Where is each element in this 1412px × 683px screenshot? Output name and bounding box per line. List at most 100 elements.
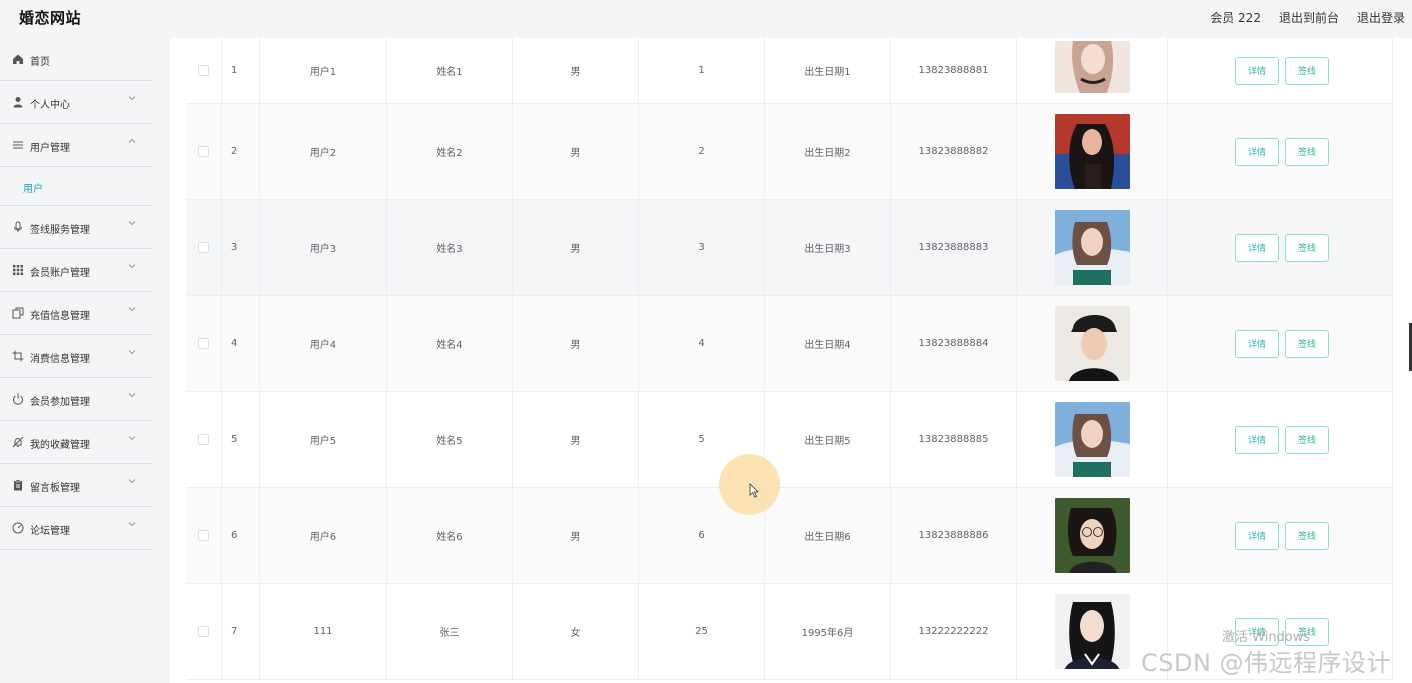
chevron-down-icon (128, 96, 136, 101)
row-index: 7 (222, 584, 260, 679)
table-row: 4 用户4 姓名4 男 4 出生日期4 13823888884 详情 签线 (186, 296, 1393, 392)
sidebar: 首页 个人中心 用户管理 用户 签线服务管理 会员账户管理 充值信息管理 消费信… (0, 38, 152, 683)
sidebar-item-favorites[interactable]: 我的收藏管理 (0, 421, 152, 464)
sidebar-subitem-user[interactable]: 用户 (0, 167, 152, 206)
cell-name: 张三 (387, 584, 513, 679)
cell-photo (1017, 392, 1168, 487)
sidebar-item-label: 我的收藏管理 (30, 440, 90, 451)
row-checkbox[interactable] (198, 146, 209, 157)
cell-username: 用户2 (260, 104, 387, 199)
table-row: 3 用户3 姓名3 男 3 出生日期3 13823888883 详情 签线 (186, 200, 1393, 296)
cell-username: 111 (260, 584, 387, 679)
logout-link[interactable]: 退出登录 (1357, 9, 1405, 26)
cell-actions: 详情 签线 (1168, 200, 1393, 295)
sidebar-item-user-management[interactable]: 用户管理 (0, 124, 152, 167)
row-checkbox[interactable] (198, 530, 209, 541)
detail-button[interactable]: 详情 (1235, 56, 1279, 85)
cell-name: 姓名2 (387, 104, 513, 199)
user-photo (1054, 498, 1130, 573)
row-index: 1 (222, 38, 260, 103)
sidebar-item-forum[interactable]: 论坛管理 (0, 507, 152, 550)
sign-button[interactable]: 签线 (1285, 329, 1329, 358)
cell-gender: 男 (513, 296, 639, 391)
row-checkbox-cell (186, 296, 222, 391)
sidebar-item-recharge[interactable]: 充值信息管理 (0, 292, 152, 335)
grid-icon (13, 265, 23, 275)
sidebar-item-label: 会员账户管理 (30, 268, 90, 279)
sign-button[interactable]: 签线 (1285, 425, 1329, 454)
sidebar-item-member-participation[interactable]: 会员参加管理 (0, 378, 152, 421)
sidebar-item-consumption[interactable]: 消费信息管理 (0, 335, 152, 378)
sidebar-item-profile[interactable]: 个人中心 (0, 81, 152, 124)
cell-gender: 男 (513, 488, 639, 583)
row-actions: 详情 签线 (1232, 521, 1332, 550)
row-checkbox[interactable] (198, 338, 209, 349)
row-actions: 详情 签线 (1232, 137, 1332, 166)
cell-phone: 13823888881 (891, 38, 1017, 103)
top-bar: 婚恋网站 会员 222 退出到前台 退出登录 (0, 0, 1412, 38)
cell-photo (1017, 488, 1168, 583)
to-front-link[interactable]: 退出到前台 (1279, 9, 1339, 26)
sidebar-subitem-label: 用户 (23, 184, 43, 195)
member-label: 会员 222 (1210, 11, 1261, 25)
chevron-up-icon (128, 138, 136, 143)
csdn-watermark: CSDN @伟远程序设计 (1141, 649, 1392, 677)
cell-phone: 13823888882 (891, 104, 1017, 199)
cell-name: 姓名5 (387, 392, 513, 487)
sign-button[interactable]: 签线 (1285, 137, 1329, 166)
sidebar-item-label: 首页 (30, 57, 50, 68)
row-checkbox[interactable] (198, 65, 209, 76)
row-checkbox-cell (186, 104, 222, 199)
sidebar-item-home[interactable]: 首页 (0, 38, 152, 81)
sidebar-item-sign-service[interactable]: 签线服务管理 (0, 206, 152, 249)
row-actions: 详情 签线 (1232, 233, 1332, 262)
detail-button[interactable]: 详情 (1235, 233, 1279, 262)
row-checkbox-cell (186, 584, 222, 679)
chevron-down-icon (128, 307, 136, 312)
row-index: 3 (222, 200, 260, 295)
cell-birth: 出生日期5 (765, 392, 891, 487)
gauge-icon (12, 522, 24, 534)
cell-phone: 13823888883 (891, 200, 1017, 295)
row-index: 5 (222, 392, 260, 487)
cell-username: 用户3 (260, 200, 387, 295)
row-checkbox[interactable] (198, 434, 209, 445)
user-photo (1054, 114, 1130, 189)
user-photo (1054, 210, 1130, 285)
brand-title: 婚恋网站 (19, 9, 82, 27)
sign-button[interactable]: 签线 (1285, 521, 1329, 550)
cell-age: 1 (639, 38, 765, 103)
cell-username: 用户5 (260, 392, 387, 487)
cell-username: 用户6 (260, 488, 387, 583)
table-row: 5 用户5 姓名5 男 5 出生日期5 13823888885 详情 签线 (186, 392, 1393, 488)
mouse-cursor-icon (749, 483, 759, 498)
user-photo (1054, 402, 1130, 477)
cell-gender: 男 (513, 38, 639, 103)
mic-icon (14, 221, 22, 232)
row-checkbox[interactable] (198, 242, 209, 253)
cell-phone: 13823888885 (891, 392, 1017, 487)
sidebar-item-member-account[interactable]: 会员账户管理 (0, 249, 152, 292)
cell-birth: 出生日期6 (765, 488, 891, 583)
cell-phone: 13823888886 (891, 488, 1017, 583)
cell-name: 姓名6 (387, 488, 513, 583)
detail-button[interactable]: 详情 (1235, 425, 1279, 454)
detail-button[interactable]: 详情 (1235, 137, 1279, 166)
detail-button[interactable]: 详情 (1235, 521, 1279, 550)
cell-birth: 1995年6月 (765, 584, 891, 679)
sign-button[interactable]: 签线 (1285, 56, 1329, 85)
cell-age: 4 (639, 296, 765, 391)
sidebar-item-label: 签线服务管理 (30, 225, 90, 236)
cell-birth: 出生日期2 (765, 104, 891, 199)
row-checkbox[interactable] (198, 626, 209, 637)
user-table: 1 用户1 姓名1 男 1 出生日期1 13823888881 详情 签线 2 … (186, 38, 1393, 680)
user-photo (1054, 594, 1130, 669)
sidebar-item-message-board[interactable]: 留言板管理 (0, 464, 152, 507)
detail-button[interactable]: 详情 (1235, 329, 1279, 358)
chevron-down-icon (128, 479, 136, 484)
cell-gender: 男 (513, 104, 639, 199)
chevron-down-icon (128, 264, 136, 269)
chevron-down-icon (128, 221, 136, 226)
sign-button[interactable]: 签线 (1285, 233, 1329, 262)
table-row: 1 用户1 姓名1 男 1 出生日期1 13823888881 详情 签线 (186, 38, 1393, 104)
